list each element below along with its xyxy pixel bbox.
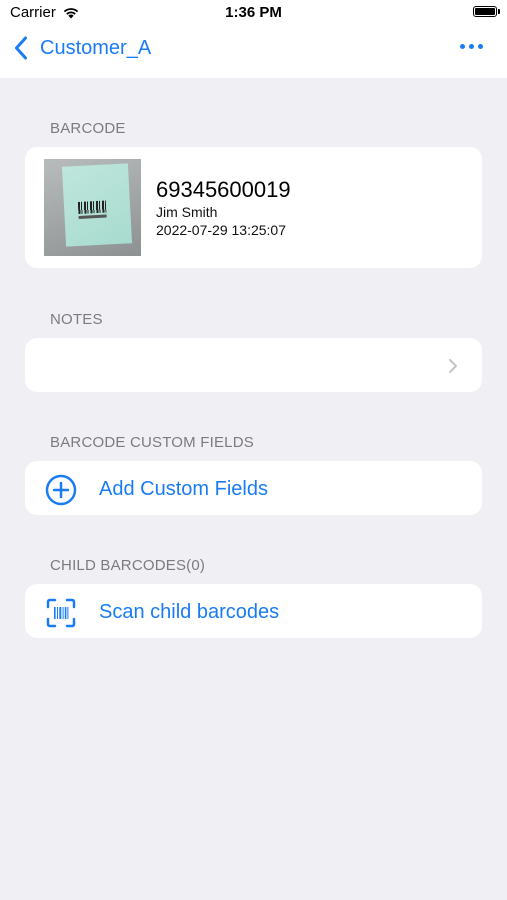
scan-child-barcodes-label: Scan child barcodes	[99, 601, 280, 623]
top-bar: Carrier 1:36 PM Customer_A	[0, 0, 507, 78]
barcode-number: 69345600019	[156, 177, 291, 202]
barcode-user: Jim Smith	[156, 204, 218, 220]
barcode-card[interactable]: 69345600019 Jim Smith 2022-07-29 13:25:0…	[25, 147, 482, 268]
back-label: Customer_A	[40, 36, 152, 59]
add-custom-fields-label: Add Custom Fields	[99, 478, 268, 500]
barcode-section-header: BARCODE	[50, 120, 126, 137]
scan-child-barcodes-button[interactable]: Scan child barcodes	[25, 584, 482, 638]
battery-icon	[473, 6, 500, 17]
more-options-button[interactable]	[460, 44, 483, 49]
barcode-photo-thumbnail[interactable]	[44, 159, 141, 256]
barcode-detail-screen: Carrier 1:36 PM Customer_A BARCODE 69345…	[0, 0, 507, 900]
chevron-left-icon	[15, 36, 27, 60]
ellipsis-icon	[460, 44, 465, 49]
chevron-right-icon	[449, 359, 457, 373]
custom-fields-section-header: BARCODE CUSTOM FIELDS	[50, 434, 254, 451]
barcode-icon	[77, 200, 107, 214]
barcode-timestamp: 2022-07-29 13:25:07	[156, 222, 286, 238]
back-button[interactable]: Customer_A	[14, 36, 151, 60]
plus-circle-icon	[45, 474, 77, 506]
child-barcodes-section-header: CHILD BARCODES(0)	[50, 557, 206, 574]
status-time: 1:36 PM	[225, 4, 282, 21]
add-custom-fields-button[interactable]: Add Custom Fields	[25, 461, 482, 515]
notes-section-header: NOTES	[50, 311, 103, 328]
barcode-scan-icon	[46, 598, 76, 628]
notes-row[interactable]	[25, 338, 482, 392]
